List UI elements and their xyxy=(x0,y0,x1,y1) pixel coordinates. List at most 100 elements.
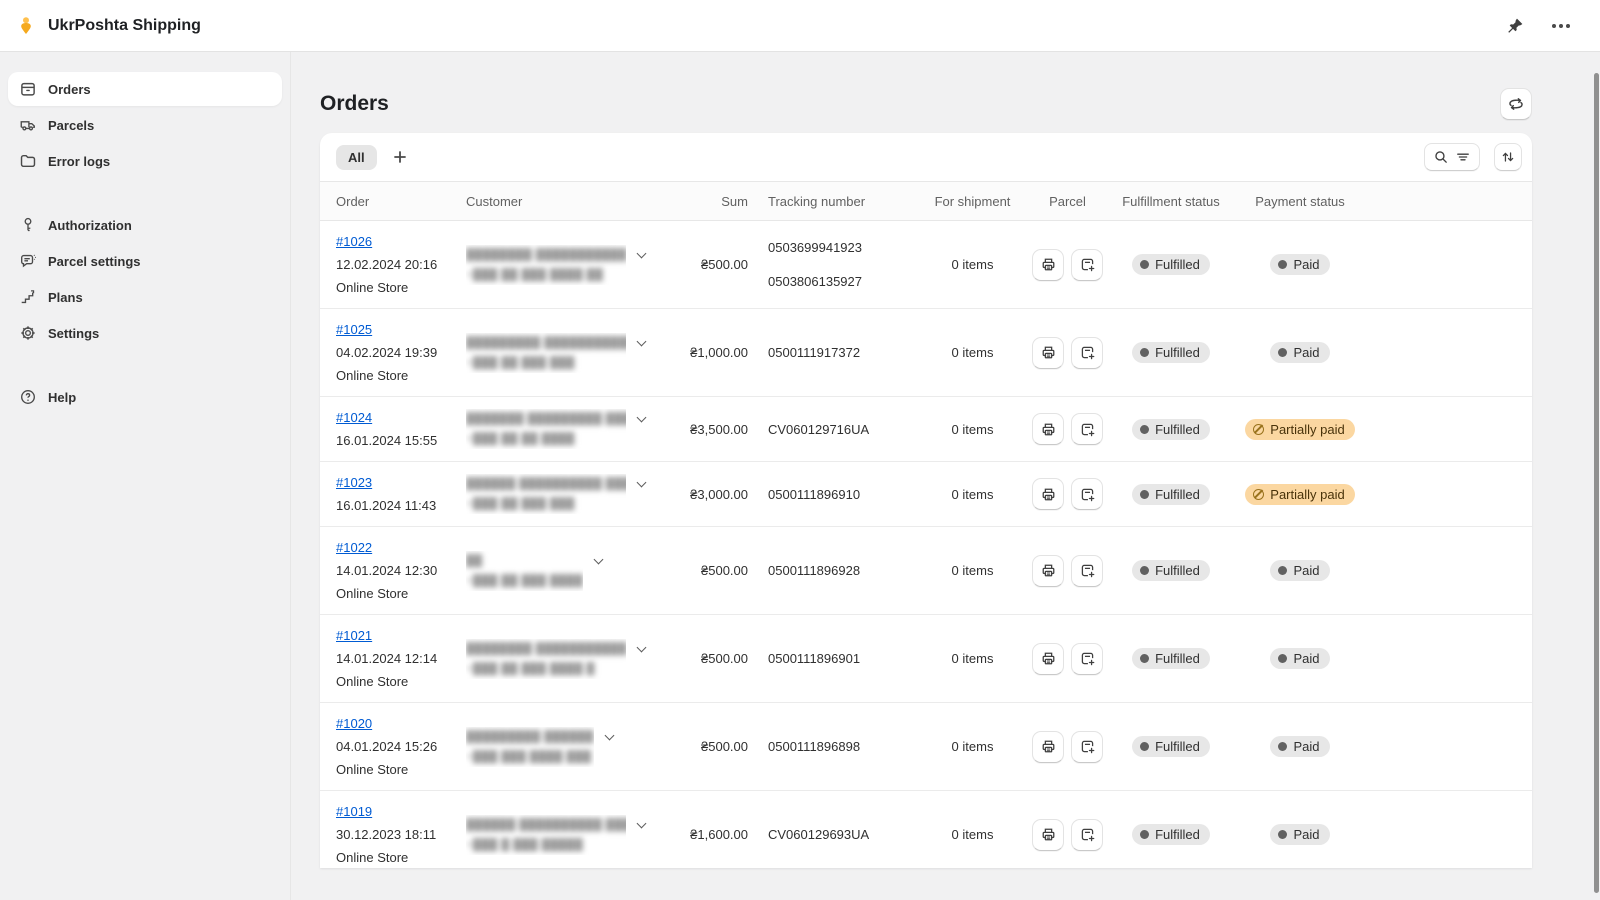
customer-phone-blurred: +███ ██ ███ ███ xyxy=(466,494,626,514)
document-add-icon xyxy=(1079,650,1096,667)
chevron-down-icon[interactable] xyxy=(637,642,647,652)
print-label-button[interactable] xyxy=(1032,413,1064,445)
order-link[interactable]: #1024 xyxy=(336,410,372,425)
pin-icon[interactable] xyxy=(1504,15,1526,37)
order-channel: Online Store xyxy=(336,758,466,781)
order-link[interactable]: #1025 xyxy=(336,322,372,337)
add-view-button[interactable] xyxy=(385,146,415,168)
sidebar-item-parcels[interactable]: Parcels xyxy=(8,108,282,142)
parcel-cell xyxy=(1025,643,1110,675)
order-link[interactable]: #1020 xyxy=(336,716,372,731)
order-date: 14.01.2024 12:30 xyxy=(336,559,466,582)
tracking-number: 0500111896910 xyxy=(768,486,920,503)
fulfillment-cell: Fulfilled xyxy=(1110,824,1232,845)
column-header-sum: Sum xyxy=(664,194,756,209)
parcel-cell xyxy=(1025,555,1110,587)
fulfillment-cell: Fulfilled xyxy=(1110,484,1232,505)
payment-cell: Paid xyxy=(1232,736,1368,757)
create-parcel-button[interactable] xyxy=(1071,555,1103,587)
tracking-number: 0500111896898 xyxy=(768,738,920,755)
payment-cell: Paid xyxy=(1232,560,1368,581)
customer-name-blurred: ██████ ██████████ ███ xyxy=(466,474,626,494)
print-label-button[interactable] xyxy=(1032,478,1064,510)
sidebar-item-plans[interactable]: Plans xyxy=(8,280,282,314)
chevron-down-icon[interactable] xyxy=(637,818,647,828)
sidebar-item-orders[interactable]: Orders xyxy=(8,72,282,106)
print-label-button[interactable] xyxy=(1032,249,1064,281)
chevron-down-icon[interactable] xyxy=(637,248,647,258)
chevron-down-icon[interactable] xyxy=(637,478,647,488)
order-channel: Online Store xyxy=(336,364,466,387)
document-add-icon xyxy=(1079,486,1096,503)
print-label-button[interactable] xyxy=(1032,555,1064,587)
table-row: #1023 16.01.2024 11:43 ██████ ██████████… xyxy=(320,462,1532,527)
status-dot-icon xyxy=(1140,830,1149,839)
table-row: #1021 14.01.2024 12:14 Online Store ████… xyxy=(320,615,1532,703)
sidebar-group-main: Orders Parcels xyxy=(8,72,282,178)
order-cell: #1026 12.02.2024 20:16 Online Store xyxy=(320,221,466,308)
sidebar-item-label: Parcel settings xyxy=(48,254,141,269)
create-parcel-button[interactable] xyxy=(1071,249,1103,281)
sidebar-item-error-logs[interactable]: Error logs xyxy=(8,144,282,178)
fulfillment-status-label: Fulfilled xyxy=(1155,257,1200,272)
order-link[interactable]: #1022 xyxy=(336,540,372,555)
fulfillment-cell: Fulfilled xyxy=(1110,254,1232,275)
sidebar-item-settings[interactable]: Settings xyxy=(8,316,282,350)
create-parcel-button[interactable] xyxy=(1071,337,1103,369)
order-link[interactable]: #1023 xyxy=(336,475,372,490)
fulfillment-status-label: Fulfilled xyxy=(1155,827,1200,842)
print-label-button[interactable] xyxy=(1032,819,1064,851)
order-channel: Online Store xyxy=(336,670,466,693)
chevron-down-icon[interactable] xyxy=(637,336,647,346)
search-filter-button[interactable] xyxy=(1424,143,1480,171)
parcel-cell xyxy=(1025,478,1110,510)
fulfillment-status-label: Fulfilled xyxy=(1155,651,1200,666)
customer-cell: ██████ ██████████ ███ +███ ██ ███ ███ xyxy=(466,474,664,514)
print-label-button[interactable] xyxy=(1032,643,1064,675)
chevron-down-icon[interactable] xyxy=(637,413,647,423)
chevron-down-icon[interactable] xyxy=(594,554,604,564)
page-title: Orders xyxy=(320,92,389,120)
order-link[interactable]: #1026 xyxy=(336,234,372,249)
sort-icon xyxy=(1500,149,1516,165)
tracking-number: CV060129693UA xyxy=(768,826,920,843)
parcel-cell xyxy=(1025,819,1110,851)
payment-status-label: Paid xyxy=(1293,257,1319,272)
tab-all[interactable]: All xyxy=(336,145,377,170)
sidebar-item-authorization[interactable]: Authorization xyxy=(8,208,282,242)
for-shipment-cell: 0 items xyxy=(920,563,1025,578)
order-cell: #1023 16.01.2024 11:43 xyxy=(320,462,466,526)
create-parcel-button[interactable] xyxy=(1071,413,1103,445)
status-dot-icon xyxy=(1278,260,1287,269)
create-parcel-button[interactable] xyxy=(1071,731,1103,763)
create-parcel-button[interactable] xyxy=(1071,819,1103,851)
fulfillment-status-badge: Fulfilled xyxy=(1132,824,1210,845)
print-label-button[interactable] xyxy=(1032,337,1064,369)
vertical-scrollbar-thumb[interactable] xyxy=(1594,73,1599,893)
refresh-button[interactable] xyxy=(1500,88,1532,120)
filter-icon xyxy=(1455,149,1471,165)
stairs-icon xyxy=(18,287,38,307)
sidebar-item-help[interactable]: Help xyxy=(8,380,282,414)
create-parcel-button[interactable] xyxy=(1071,643,1103,675)
sort-button[interactable] xyxy=(1494,143,1522,171)
payment-status-label: Paid xyxy=(1293,827,1319,842)
tracking-numbers: 05036999419230503806135927 xyxy=(756,239,920,290)
table-row: #1025 04.02.2024 19:39 Online Store ████… xyxy=(320,309,1532,397)
sidebar-item-parcel-settings[interactable]: Parcel settings xyxy=(8,244,282,278)
sum-cell: ₴500.00 xyxy=(664,257,756,272)
print-label-button[interactable] xyxy=(1032,731,1064,763)
payment-status-badge: Paid xyxy=(1270,824,1329,845)
create-parcel-button[interactable] xyxy=(1071,478,1103,510)
more-menu-icon[interactable] xyxy=(1550,22,1572,30)
order-link[interactable]: #1019 xyxy=(336,804,372,819)
app-logo-icon xyxy=(16,16,36,36)
status-dot-icon xyxy=(1140,425,1149,434)
orders-table-body: #1026 12.02.2024 20:16 Online Store ████… xyxy=(320,221,1532,868)
printer-icon xyxy=(1040,562,1057,579)
payment-status-badge: Paid xyxy=(1270,648,1329,669)
fulfillment-status-label: Fulfilled xyxy=(1155,422,1200,437)
chevron-down-icon[interactable] xyxy=(605,730,615,740)
order-link[interactable]: #1021 xyxy=(336,628,372,643)
fulfillment-cell: Fulfilled xyxy=(1110,648,1232,669)
